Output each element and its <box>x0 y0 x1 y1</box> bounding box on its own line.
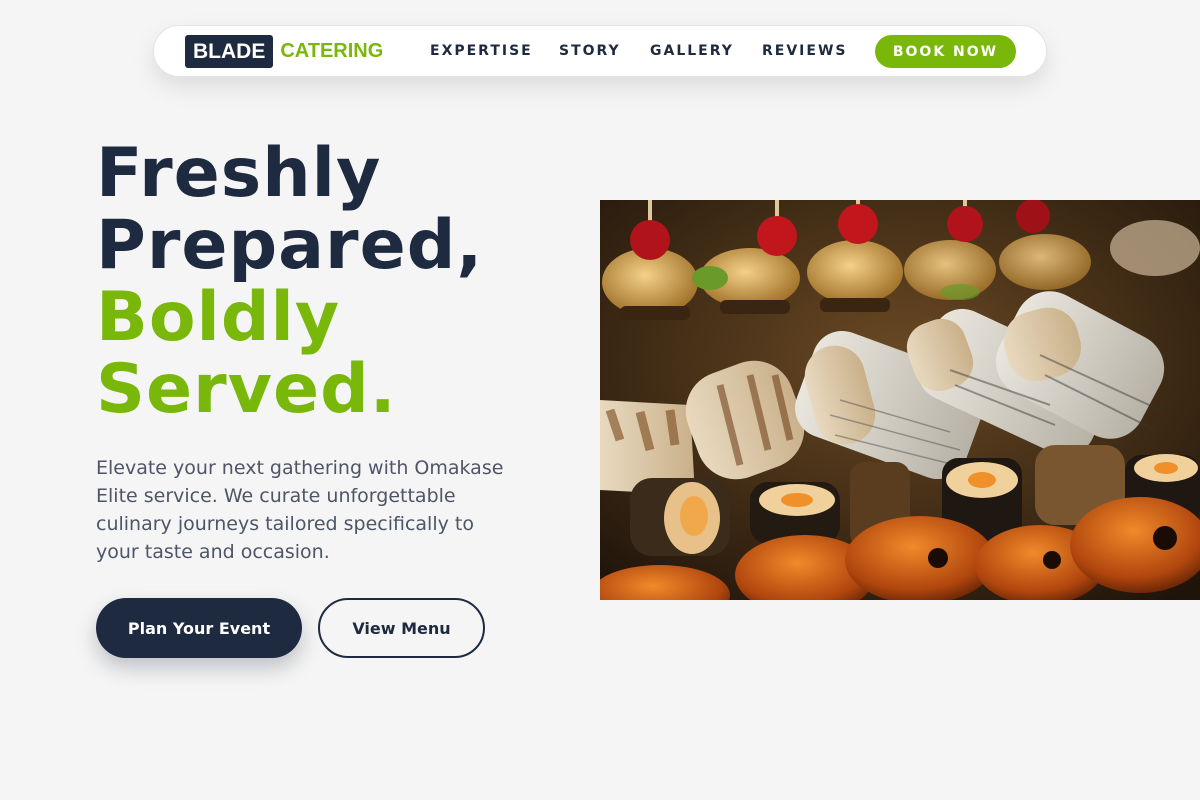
logo-box: BLADE <box>185 35 274 68</box>
landing-page: BLADE CATERING EXPERTISE STORY GALLERY R… <box>0 0 1200 800</box>
headline-line-3: Boldly <box>96 278 341 357</box>
logo-text: CATERING <box>280 40 384 62</box>
headline-line-1: Freshly <box>96 134 382 213</box>
hero-food-photo <box>600 200 1200 600</box>
food-platter-illustration <box>600 200 1200 600</box>
hero-description: Elevate your next gathering with Omakase… <box>96 457 504 563</box>
nav-link-reviews[interactable]: REVIEWS <box>762 42 847 60</box>
nav-link-gallery[interactable]: GALLERY <box>650 42 734 60</box>
book-now-button[interactable]: BOOK NOW <box>875 35 1016 68</box>
hero-headline: Freshly Prepared, Boldly Served. <box>96 138 483 426</box>
headline-line-2: Prepared, <box>96 206 484 285</box>
logo[interactable]: BLADE CATERING <box>185 35 383 68</box>
navbar: BLADE CATERING EXPERTISE STORY GALLERY R… <box>153 25 1047 77</box>
nav-link-story[interactable]: STORY <box>559 42 621 60</box>
view-menu-button[interactable]: View Menu <box>318 598 485 658</box>
headline-line-4: Served. <box>96 350 397 429</box>
nav-link-expertise[interactable]: EXPERTISE <box>430 42 533 60</box>
plan-event-button[interactable]: Plan Your Event <box>96 598 302 658</box>
